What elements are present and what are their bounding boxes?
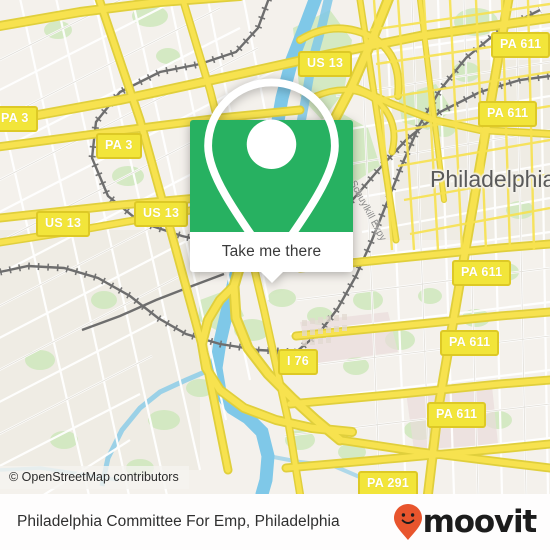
location-title: Philadelphia Committee For Emp, Philadel… — [17, 513, 340, 530]
road-shield-pa291[interactable]: PA 291 — [358, 471, 419, 494]
road-shield-pa611-se[interactable]: PA 611 — [427, 402, 487, 428]
road-shield-pa611-ne[interactable]: PA 611 — [491, 32, 550, 58]
moovit-smiley-pin-icon — [393, 504, 422, 540]
location-popup-card[interactable]: Take me there — [190, 78, 353, 283]
bottom-info-bar: Philadelphia Committee For Emp, Philadel… — [0, 494, 550, 550]
moovit-wordmark: moovit — [422, 503, 538, 540]
popup-icon-area — [190, 78, 353, 268]
road-shield-us13-west[interactable]: US 13 — [36, 211, 91, 237]
osm-attribution[interactable]: © OpenStreetMap contributors — [0, 466, 189, 489]
road-shield-us13-mid[interactable]: US 13 — [134, 201, 189, 227]
road-shield-pa3-west[interactable]: PA 3 — [0, 106, 38, 132]
road-shield-pa611-e1[interactable]: PA 611 — [478, 101, 538, 127]
road-shield-pa611-e3[interactable]: PA 611 — [440, 330, 500, 356]
map-canvas[interactable]: Schuylkill Expy Philadelphia PA 3 PA 3 U… — [0, 0, 550, 494]
take-me-there-label: Take me there — [221, 243, 322, 260]
map-screenshot-root: Schuylkill Expy Philadelphia PA 3 PA 3 U… — [0, 0, 550, 550]
road-shield-pa3[interactable]: PA 3 — [96, 133, 142, 159]
popup-pointer-tail — [259, 271, 284, 283]
road-shield-pa611-e2[interactable]: PA 611 — [452, 260, 512, 286]
place-label-philadelphia: Philadelphia — [430, 166, 550, 192]
moovit-logo[interactable]: moovit — [393, 503, 538, 541]
map-pin-icon — [204, 78, 339, 268]
